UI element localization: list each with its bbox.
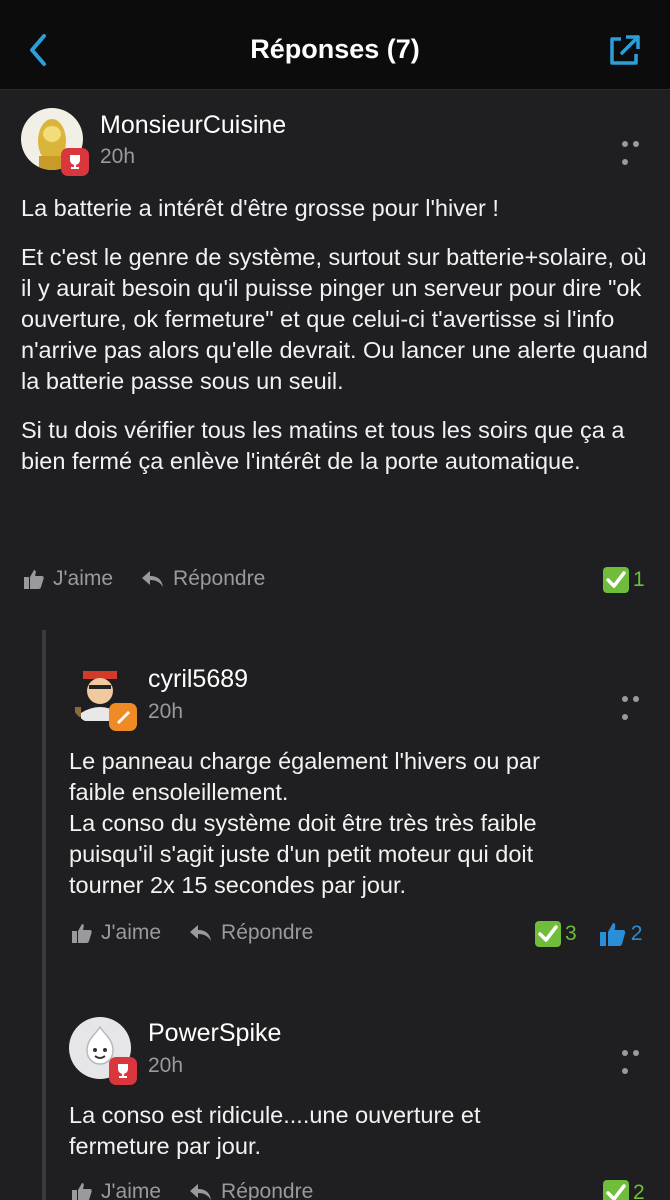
avatar[interactable] xyxy=(21,108,89,176)
post-body: La batterie a intérêt d'être grosse pour… xyxy=(21,193,651,495)
thread-line xyxy=(42,630,46,1200)
reaction-count: 3 xyxy=(565,922,577,945)
post-line: Le panneau charge également l'hivers ou … xyxy=(69,748,540,774)
username[interactable]: MonsieurCuisine xyxy=(100,111,286,140)
reply-button[interactable]: Répondre xyxy=(141,567,265,591)
like-label: J'aime xyxy=(101,921,162,944)
reaction-count: 2 xyxy=(633,1181,645,1200)
check-icon xyxy=(603,567,629,593)
timestamp: 20h xyxy=(148,1054,184,1077)
more-options-icon[interactable] xyxy=(622,689,652,720)
avatar[interactable] xyxy=(69,663,137,731)
reply-label: Répondre xyxy=(173,567,266,590)
like-button[interactable]: J'aime xyxy=(71,921,161,945)
post-line: fermeture par jour. xyxy=(69,1133,262,1159)
reaction-check[interactable]: 1 xyxy=(603,567,645,593)
post-body: Le panneau charge également l'hivers ou … xyxy=(69,746,649,901)
post-line: tourner 2x 15 secondes par jour. xyxy=(69,872,407,898)
top-bar: Réponses (7) xyxy=(0,0,670,90)
reaction-like[interactable]: 2 xyxy=(599,921,643,947)
post-actions: J'aime Répondre xyxy=(23,567,265,591)
thumbs-up-icon xyxy=(24,570,44,589)
reaction-check[interactable]: 2 xyxy=(603,1180,645,1200)
more-options-icon[interactable] xyxy=(622,134,652,165)
reaction-count: 1 xyxy=(633,568,645,591)
reply-button[interactable]: Répondre xyxy=(189,921,313,945)
trophy-icon xyxy=(61,148,89,176)
thumbs-up-icon xyxy=(72,924,92,943)
reply-icon xyxy=(142,571,164,587)
like-button[interactable]: J'aime xyxy=(71,1180,161,1200)
reactions: 2 xyxy=(603,1180,645,1200)
post-paragraph: Si tu dois vérifier tous les matins et t… xyxy=(21,417,625,474)
share-button[interactable] xyxy=(606,33,642,69)
post-paragraph: La batterie a intérêt d'être grosse pour… xyxy=(21,195,499,221)
page-title: Réponses (7) xyxy=(250,34,420,64)
fire-icon xyxy=(109,703,137,731)
thumbs-up-icon xyxy=(72,1183,92,1200)
trophy-icon xyxy=(109,1057,137,1085)
timestamp: 20h xyxy=(100,145,136,168)
post-line: faible ensoleillement. xyxy=(69,779,289,805)
external-link-icon xyxy=(610,35,640,65)
reply-label: Répondre xyxy=(221,1180,314,1200)
like-label: J'aime xyxy=(101,1180,162,1200)
username[interactable]: PowerSpike xyxy=(148,1019,281,1048)
reply-icon xyxy=(190,925,212,941)
reaction-count: 2 xyxy=(630,922,643,945)
post-line: puisqu'il s'agit juste d'un petit moteur… xyxy=(69,841,534,867)
like-label: J'aime xyxy=(53,567,114,590)
reply-icon xyxy=(190,1184,212,1200)
thumbs-up-icon xyxy=(599,923,625,946)
reactions: 3 2 xyxy=(535,921,642,947)
post-line: La conso du système doit être très très … xyxy=(69,810,537,836)
reply-label: Répondre xyxy=(221,921,314,944)
reply-button[interactable]: Répondre xyxy=(189,1180,313,1200)
username[interactable]: cyril5689 xyxy=(148,665,248,694)
post-actions: J'aime Répondre xyxy=(71,921,313,945)
check-icon xyxy=(535,921,561,947)
reaction-check[interactable]: 3 xyxy=(535,921,577,947)
timestamp: 20h xyxy=(148,700,184,723)
more-options-icon[interactable] xyxy=(622,1043,652,1074)
post-paragraph: Et c'est le genre de système, surtout su… xyxy=(21,244,648,394)
reactions: 1 xyxy=(603,567,645,593)
post-actions: J'aime Répondre xyxy=(71,1180,313,1200)
post-body: La conso est ridicule....une ouverture e… xyxy=(69,1100,649,1162)
avatar[interactable] xyxy=(69,1017,137,1085)
check-icon xyxy=(603,1180,629,1200)
like-button[interactable]: J'aime xyxy=(23,567,113,591)
post-line: La conso est ridicule....une ouverture e… xyxy=(69,1102,481,1128)
